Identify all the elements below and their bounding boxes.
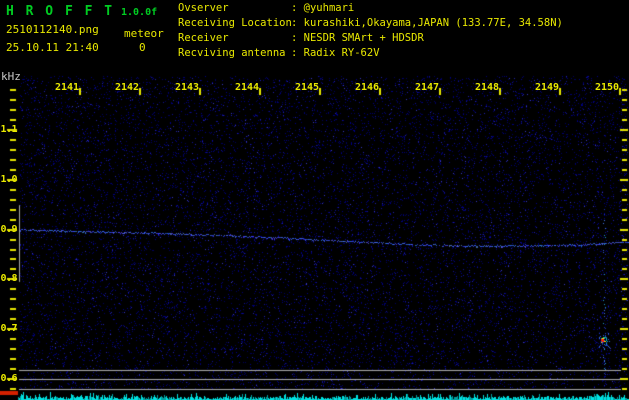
time-tick-label: 2142	[115, 82, 140, 93]
info-label: Ovserver	[178, 2, 229, 14]
info-row: Ovserver: @yuhmari	[178, 2, 563, 18]
freq-tick-label: 0.8	[0, 273, 17, 285]
time-tick-label: 2146	[355, 82, 380, 93]
output-filename: 2510112140.png	[6, 23, 99, 36]
freq-tick-label: 1.0	[0, 173, 17, 185]
app-title: H R O F F T	[6, 4, 115, 19]
time-tick-label: 2143	[175, 82, 200, 93]
freq-axis-unit: kHz	[1, 70, 21, 83]
time-tick-label: 2149	[535, 82, 560, 93]
freq-tick-label: 0.6	[0, 373, 17, 384]
time-tick-label: 2145	[295, 82, 320, 93]
meteor-counter-value: 0	[139, 41, 146, 54]
info-value: kurashiki,Okayama,JAPAN (133.77E, 34.58N…	[303, 17, 563, 29]
meteor-counter-label: meteor	[124, 27, 164, 40]
time-tick-label: 2144	[235, 82, 260, 93]
info-value: Radix RY-62V	[303, 47, 380, 59]
info-colon: :	[291, 17, 304, 29]
info-colon: :	[291, 32, 304, 44]
freq-tick-label: 0.7	[0, 323, 17, 335]
info-colon: :	[291, 47, 304, 59]
freq-tick-label: 0.9	[0, 223, 17, 235]
info-label: Recviving antenna	[178, 47, 286, 59]
time-tick-label: 2141	[55, 82, 80, 93]
info-label: Receiver	[178, 32, 229, 44]
timestamp: 25.10.11 21:40	[6, 41, 99, 54]
info-label: Receiving Location	[178, 17, 292, 29]
freq-tick-label: 1.1	[0, 124, 17, 135]
receiver-info-block: Ovserver: @yuhmari Receiving Location: ku…	[178, 2, 563, 63]
time-tick-label: 2148	[475, 82, 500, 93]
hrofft-screen: H R O F F T 1.0.0f 2510112140.png 25.10.…	[0, 0, 629, 400]
app-version: 1.0.0f	[121, 7, 158, 18]
info-value: NESDR SMArt + HDSDR	[303, 32, 424, 44]
info-value: @yuhmari	[303, 2, 355, 14]
info-row: Receiving Location: kurashiki,Okayama,JA…	[178, 17, 563, 33]
info-row: Receiver: NESDR SMArt + HDSDR	[178, 32, 563, 48]
time-tick-label: 2150	[595, 82, 620, 93]
info-colon: :	[291, 2, 304, 14]
time-tick-label: 2147	[415, 82, 440, 93]
info-row: Recviving antenna: Radix RY-62V	[178, 47, 563, 63]
